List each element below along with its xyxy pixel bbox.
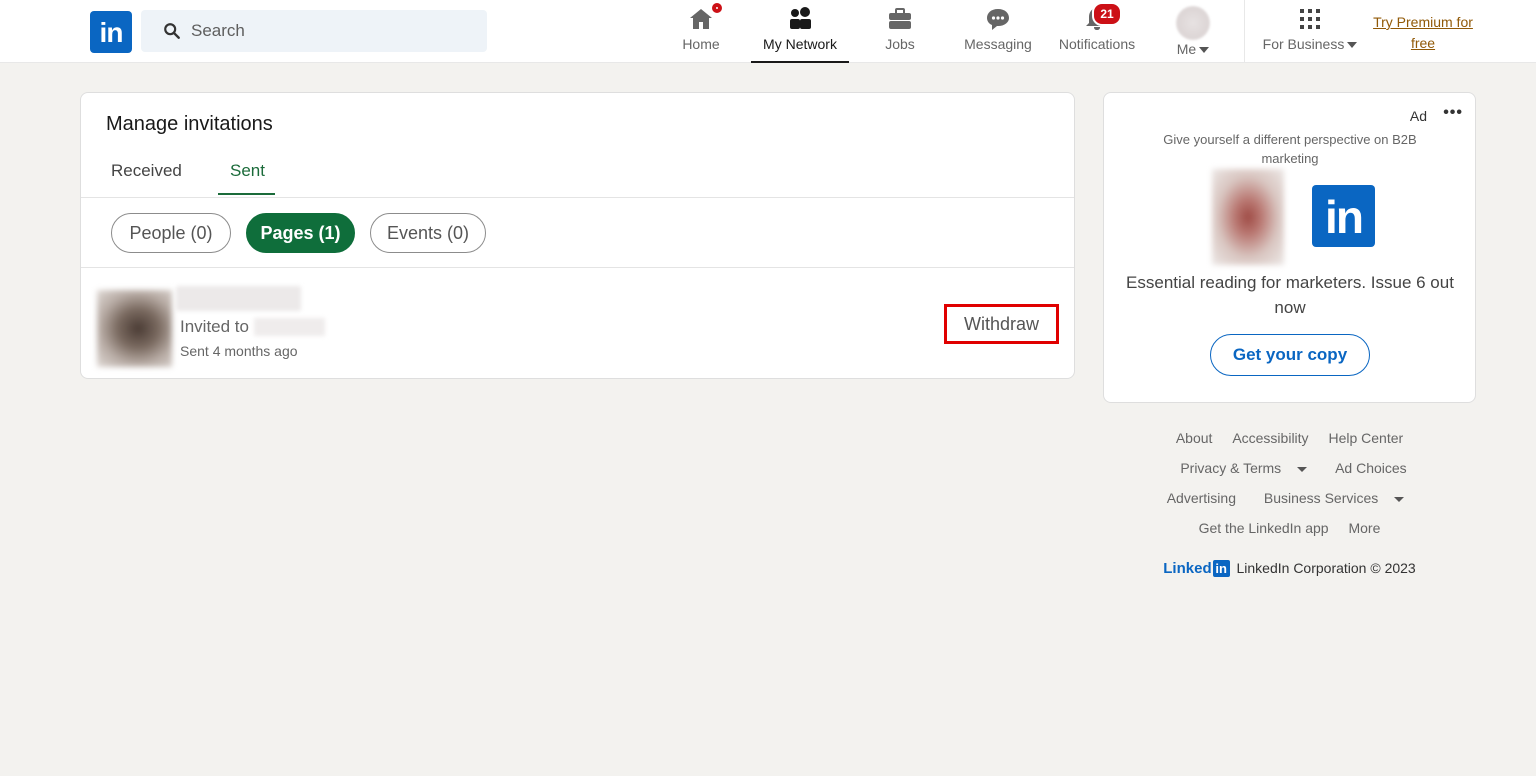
copyright: Linked in LinkedIn Corporation © 2023 [1103,560,1476,579]
nav-me-label: Me [1176,41,1197,57]
network-icon [787,6,813,32]
notification-count-badge: 21 [1092,2,1122,26]
ad-headline: Essential reading for marketers. Issue 6… [1126,273,1454,317]
nav-jobs-label: Jobs [885,36,915,52]
filter-events[interactable]: Events (0) [370,213,486,253]
manage-invitations-card: Manage invitations Received Sent People … [80,92,1075,379]
footer-link-more[interactable]: More [1348,520,1380,536]
search-box[interactable] [141,10,487,52]
page-avatar[interactable] [97,290,172,367]
get-your-copy-button[interactable]: Get your copy [1210,334,1370,376]
footer-link-privacy-terms[interactable]: Privacy & Terms [1180,460,1281,476]
try-premium-link[interactable]: Try Premium for free [1364,12,1482,54]
footer-links: About Accessibility Help Center Privacy … [1103,426,1476,546]
ad-tagline: Give yourself a different perspective on… [1163,132,1417,166]
linkedin-logo-icon: in [1312,185,1375,247]
chevron-down-icon [1297,466,1308,472]
nav-notifications-label: Notifications [1058,36,1136,52]
nav-home-label: Home [682,36,720,52]
footer-link-help-center[interactable]: Help Center [1328,430,1403,446]
active-tab-indicator [218,193,275,195]
invited-org-redacted [254,318,325,336]
avatar [1176,6,1210,40]
user-photo [1212,169,1284,265]
more-options-icon[interactable]: ••• [1443,104,1463,122]
footer-link-business-services[interactable]: Business Services [1264,490,1378,506]
footer-link-get-app[interactable]: Get the LinkedIn app [1199,520,1329,536]
invited-to-text: Invited to [180,317,249,336]
nav-my-network[interactable]: My Network [751,6,849,63]
nav-messaging[interactable]: Messaging [958,6,1038,63]
nav-divider [1244,0,1245,63]
page-title: Manage invitations [106,113,273,135]
briefcase-icon [887,6,913,32]
nav-home[interactable]: Home [678,3,724,63]
chevron-down-icon [1347,42,1358,49]
home-icon [688,3,722,32]
bell-icon: 21 [1084,2,1122,32]
ad-label: Ad [1409,108,1427,124]
linkedin-logo-icon: in [1212,560,1230,577]
copyright-text: LinkedIn Corporation © 2023 [1236,560,1416,577]
ad-card: Ad ••• Give yourself a different perspec… [1103,92,1476,403]
footer-link-about[interactable]: About [1176,430,1213,446]
footer-link-accessibility[interactable]: Accessibility [1232,430,1308,446]
nav-messaging-label: Messaging [964,36,1032,52]
footer-link-advertising[interactable]: Advertising [1167,490,1236,506]
nav-my-network-label: My Network [763,36,837,52]
withdraw-button[interactable]: Withdraw [944,304,1059,344]
footer-link-ad-choices[interactable]: Ad Choices [1335,460,1407,476]
nav-jobs[interactable]: Jobs [878,6,922,63]
filter-people[interactable]: People (0) [111,213,231,253]
nav-me[interactable]: Me [1168,6,1218,63]
home-notification-dot [712,3,722,13]
chevron-down-icon [1199,47,1210,54]
sent-time: Sent 4 months ago [180,343,298,359]
nav-for-business-label: For Business [1262,36,1345,52]
message-icon [985,6,1011,32]
grid-icon [1297,6,1323,32]
page-name-redacted[interactable] [176,286,301,311]
divider [81,197,1074,198]
linkedin-logo-icon[interactable]: in [90,11,132,53]
tab-received[interactable]: Received [111,161,182,181]
filter-pages[interactable]: Pages (1) [246,213,355,253]
divider [81,267,1074,268]
nav-for-business[interactable]: For Business [1258,6,1362,63]
tab-sent[interactable]: Sent [230,161,265,181]
chevron-down-icon [1394,496,1405,502]
linkedin-wordmark: Linked [1163,560,1212,578]
search-input[interactable] [191,21,471,41]
nav-notifications[interactable]: 21 Notifications [1052,2,1142,63]
global-nav: in Home My Network [0,0,1536,63]
search-icon [164,23,180,39]
